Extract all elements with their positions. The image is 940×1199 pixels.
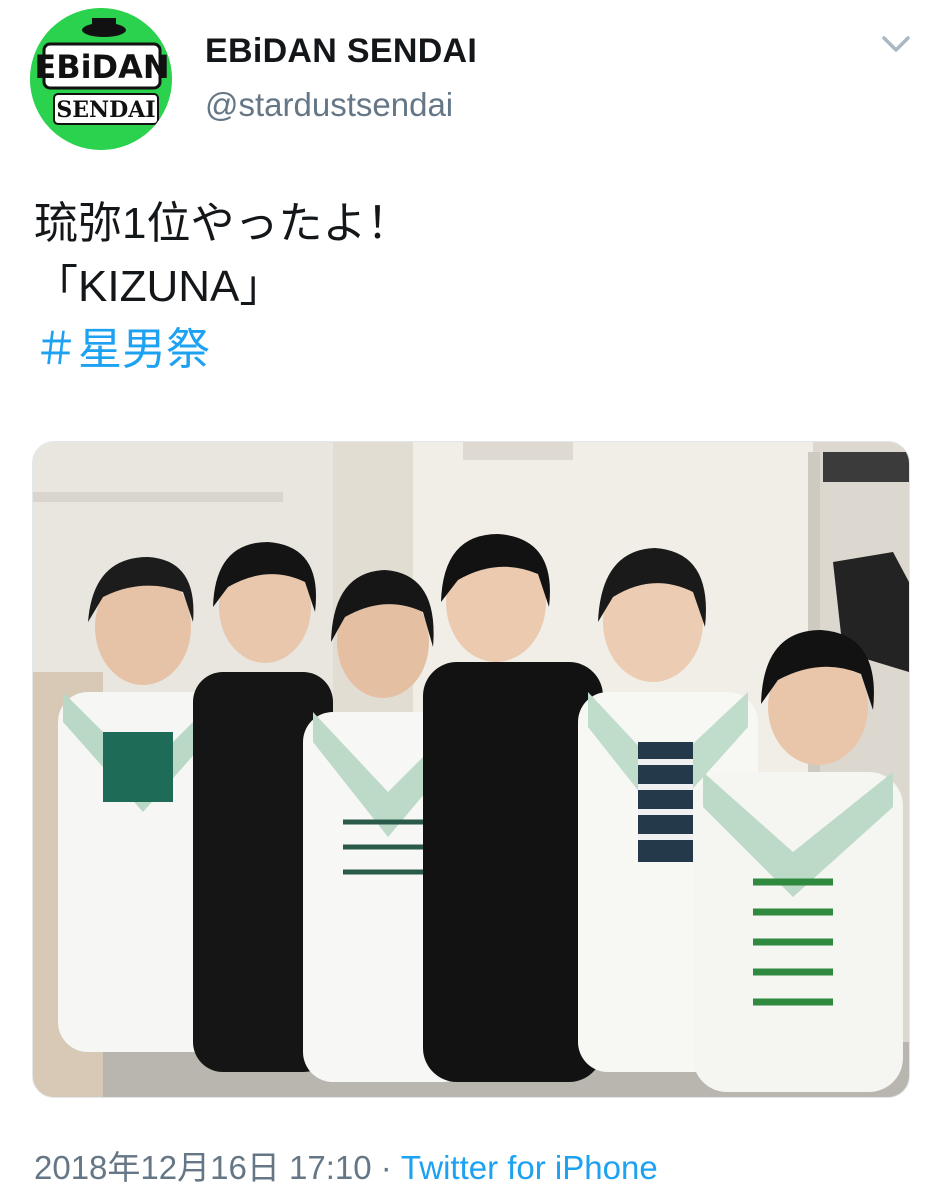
chevron-down-icon xyxy=(882,36,910,52)
display-name[interactable]: EBiDAN SENDAI xyxy=(205,32,477,71)
tweet-text: 琉弥1位やったよ！ 「KIZUNA」 ＃星男祭 xyxy=(34,192,914,381)
tweet-text-line: 「KIZUNA」 xyxy=(34,262,284,311)
tweet-meta: 2018年12月16日 17:10 · Twitter for iPhone xyxy=(34,1141,658,1189)
logo-text-top: EBiDAN xyxy=(34,48,169,86)
tweet-text-line: 琉弥1位やったよ！ xyxy=(34,199,411,248)
avatar[interactable]: EBiDAN SENDAI xyxy=(30,8,172,150)
tweet-photo[interactable] xyxy=(32,441,910,1098)
photo-six-boys-backstage-icon xyxy=(33,442,909,1097)
timestamp[interactable]: 2018年12月16日 17:10 xyxy=(34,1149,372,1186)
tweet-menu-button[interactable] xyxy=(876,30,916,60)
user-handle[interactable]: @stardustsendai xyxy=(205,86,453,124)
meta-separator: · xyxy=(371,1149,401,1186)
hashtag-link[interactable]: ＃星男祭 xyxy=(34,318,914,381)
logo-text-bottom: SENDAI xyxy=(56,97,155,123)
source-link[interactable]: Twitter for iPhone xyxy=(401,1149,658,1186)
ebidan-sendai-logo-icon: EBiDAN SENDAI xyxy=(30,8,172,150)
tweet-card: EBiDAN SENDAI EBiDAN SENDAI @stardustsen… xyxy=(0,0,940,1199)
